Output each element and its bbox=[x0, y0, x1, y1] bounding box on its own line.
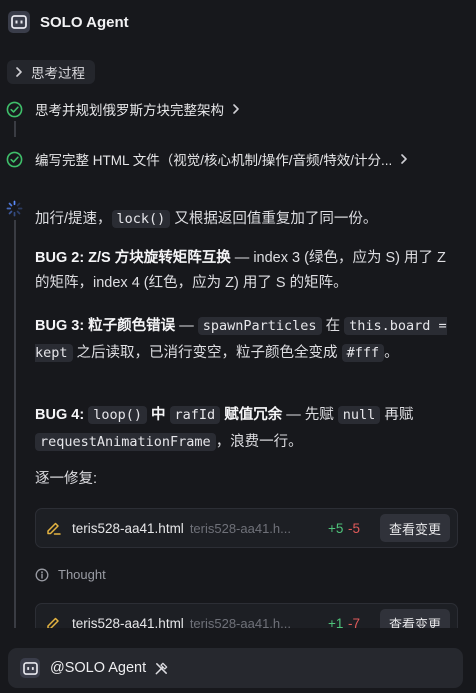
inline-code: spawnParticles bbox=[197, 317, 322, 335]
file-name: teris528-aa41.html bbox=[72, 520, 184, 536]
bug-4-paragraph: BUG 4: loop() 中 rafId 赋值冗余 — 先赋 null 再赋 … bbox=[35, 406, 414, 451]
tools-icon[interactable] bbox=[154, 661, 169, 676]
lines-added: +5 bbox=[328, 520, 344, 536]
view-changes-button[interactable]: 查看变更 bbox=[379, 609, 450, 628]
thinking-process-label: 思考过程 bbox=[31, 66, 85, 81]
loading-spinner-icon bbox=[6, 200, 23, 217]
step-plan-architecture[interactable]: 思考并规划俄罗斯方块完整架构 bbox=[6, 99, 240, 119]
check-circle-icon bbox=[6, 101, 23, 117]
file-name: teris528-aa41.html bbox=[72, 615, 184, 629]
step-write-html[interactable]: 编写完整 HTML 文件（视觉/核心机制/操作/音频/特效/计分... bbox=[6, 149, 408, 169]
file-change-card[interactable]: teris528-aa41.html teris528-aa41.h... +1… bbox=[35, 603, 458, 628]
bug-4-title: BUG 4: bbox=[35, 407, 85, 423]
edit-file-icon bbox=[47, 617, 59, 628]
edit-file-icon bbox=[47, 522, 61, 535]
solo-agent-logo-icon bbox=[8, 11, 30, 33]
bug-2-title: BUG 2: Z/S 方块旋转矩阵互换 bbox=[35, 250, 231, 266]
inline-code: #fff bbox=[341, 344, 385, 362]
timeline-line bbox=[14, 121, 16, 137]
thinking-process-toggle[interactable]: 思考过程 bbox=[7, 60, 95, 84]
inline-code: loop() bbox=[88, 406, 147, 424]
lines-removed: -7 bbox=[348, 615, 361, 629]
timeline-line bbox=[14, 220, 16, 628]
thought-label: Thought bbox=[58, 567, 106, 582]
agent-message-content[interactable]: 加行/提速， lock() 又根据返回值重复加了同一份。 BUG 2: Z/S 方… bbox=[35, 180, 460, 628]
inline-code: lock() bbox=[111, 210, 171, 228]
solo-agent-logo-icon bbox=[20, 658, 40, 678]
chevron-right-icon bbox=[233, 104, 239, 114]
composer-agent-mention: @SOLO Agent bbox=[50, 660, 147, 676]
file-path: teris528-aa41.h... bbox=[189, 615, 291, 629]
lines-added: +1 bbox=[328, 615, 344, 629]
step-label: 编写完整 HTML 文件（视觉/核心机制/操作/音频/特效/计分... bbox=[35, 153, 393, 168]
lines-removed: -5 bbox=[348, 520, 361, 536]
composer-input[interactable]: @SOLO Agent bbox=[8, 648, 463, 688]
bug-3-title: BUG 3: 粒子颜色错误 bbox=[35, 318, 176, 334]
thought-toggle[interactable]: Thought bbox=[35, 567, 106, 582]
view-changes-button[interactable]: 查看变更 bbox=[379, 514, 450, 542]
bug-3-paragraph: BUG 3: 粒子颜色错误 — spawnParticles 在 this.bo… bbox=[35, 317, 447, 362]
inline-code: rafId bbox=[169, 406, 221, 424]
info-circle-icon bbox=[35, 568, 49, 581]
bug-2-paragraph: BUG 2: Z/S 方块旋转矩阵互换 — index 3 (绿色，应为 S) … bbox=[35, 250, 446, 291]
step-label: 思考并规划俄罗斯方块完整架构 bbox=[35, 103, 224, 118]
chevron-right-icon bbox=[16, 67, 22, 77]
inline-code: null bbox=[337, 406, 381, 424]
fix-label: 逐一修复: bbox=[35, 471, 98, 487]
file-change-card[interactable]: teris528-aa41.html teris528-aa41.h... +5… bbox=[35, 508, 458, 548]
inline-code: requestAnimationFrame bbox=[35, 433, 216, 451]
partial-paragraph: 加行/提速， lock() 又根据返回值重复加了同一份。 bbox=[35, 210, 378, 228]
file-path: teris528-aa41.h... bbox=[189, 520, 291, 536]
check-circle-icon bbox=[6, 151, 23, 167]
chevron-right-icon bbox=[401, 154, 408, 164]
app-title: SOLO Agent bbox=[40, 13, 129, 31]
app-header: SOLO Agent bbox=[0, 0, 476, 44]
